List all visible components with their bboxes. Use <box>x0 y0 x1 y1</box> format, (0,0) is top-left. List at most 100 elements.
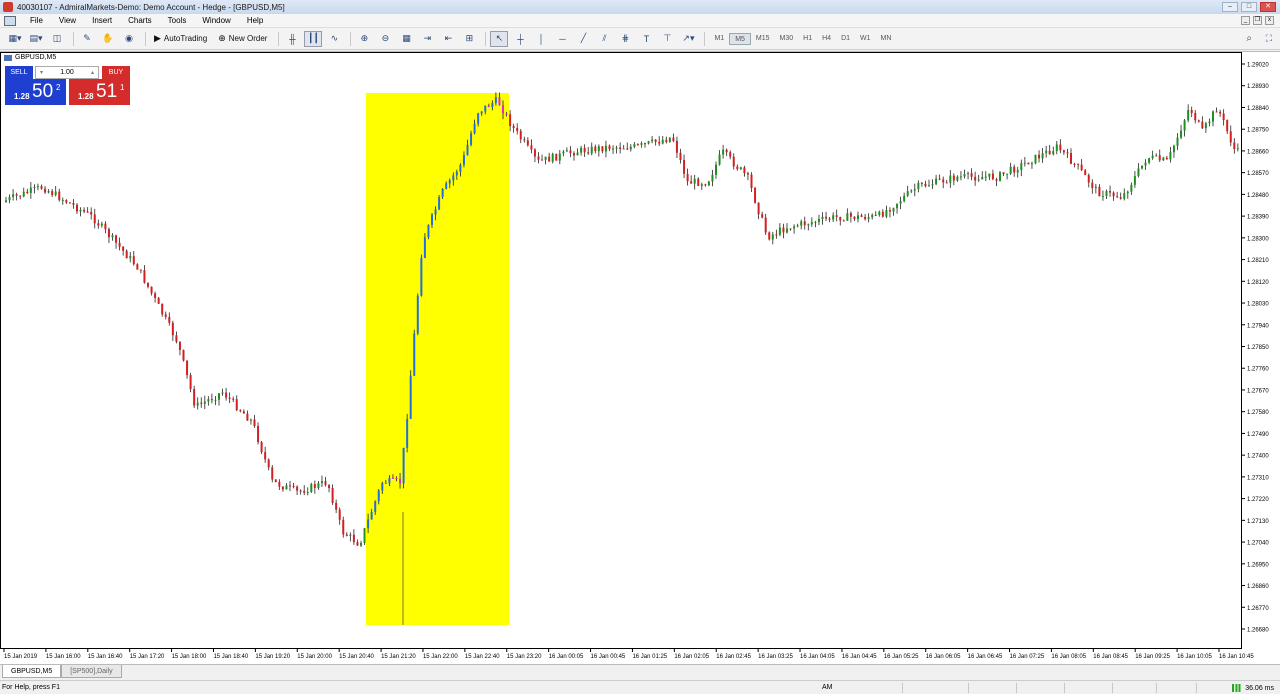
maximize-icon[interactable]: ⛶ <box>1266 33 1272 44</box>
candle-body <box>1006 173 1009 175</box>
terminal-icon[interactable]: ✋ <box>99 31 117 47</box>
time-label: 16 Jan 05:25 <box>884 654 919 660</box>
candle-body <box>338 509 341 520</box>
fibonacci-icon[interactable]: ⋕ <box>616 31 634 47</box>
candle-body <box>580 147 583 153</box>
navigator-icon[interactable]: ✎ <box>78 31 96 47</box>
mdi-restore-button[interactable]: ❐ <box>1253 16 1262 25</box>
candle-body <box>466 144 469 156</box>
equidistant-channel-icon[interactable]: ⫽ <box>595 31 613 47</box>
timeframe-mn[interactable]: MN <box>876 33 897 45</box>
candle-body <box>565 150 568 152</box>
connection-status[interactable]: 36.06 ms <box>1232 684 1274 692</box>
maximize-button[interactable]: □ <box>1241 2 1257 12</box>
candle-body <box>182 349 185 361</box>
candle-body <box>1101 195 1104 197</box>
price-label: 1.26950 <box>1247 562 1269 568</box>
timeframe-h1[interactable]: H1 <box>798 33 817 45</box>
market-watch-icon[interactable]: ◫ <box>48 31 66 47</box>
candle-body <box>1137 168 1140 177</box>
candlestick-icon[interactable]: ┃┃ <box>304 30 323 47</box>
minimize-button[interactable]: – <box>1222 2 1238 12</box>
text-icon[interactable]: T <box>637 31 655 47</box>
mdi-close-button[interactable]: x <box>1265 16 1274 25</box>
time-label: 16 Jan 03:25 <box>758 654 793 660</box>
time-label: 15 Jan 16:00 <box>46 654 81 660</box>
buy-price[interactable]: 1.28 51 1 <box>69 79 130 105</box>
cursor-icon[interactable]: ↖ <box>490 30 509 47</box>
new-order-button[interactable]: ⊕ New Order <box>214 31 271 47</box>
price-label: 1.28390 <box>1247 215 1269 221</box>
autoscroll-icon[interactable]: ⇥ <box>418 31 436 47</box>
line-chart-icon[interactable]: ∿ <box>325 31 343 47</box>
search-icon[interactable]: ⌕ <box>1246 33 1252 44</box>
timeframe-m15[interactable]: M15 <box>751 33 775 45</box>
tab-gbpusd-m5[interactable]: GBPUSD,M5 <box>2 665 62 678</box>
menu-insert[interactable]: Insert <box>84 16 120 25</box>
candle-body <box>942 179 945 183</box>
strategy-tester-icon[interactable]: ◉ <box>120 31 138 47</box>
candle-body <box>246 413 249 421</box>
tab-sp500-daily[interactable]: [SP500],Daily <box>61 665 122 678</box>
menu-file[interactable]: File <box>22 16 51 25</box>
mdi-minimize-button[interactable]: _ <box>1241 16 1250 25</box>
close-button[interactable]: ✕ <box>1260 2 1276 12</box>
price-chart[interactable]: 1.29020 1.28930 1.28840 1.28750 1.28660 1.285… <box>0 52 1280 665</box>
menu-window[interactable]: Window <box>194 16 238 25</box>
autotrading-button[interactable]: ▶ AutoTrading <box>150 31 211 47</box>
highlight-region <box>366 93 509 625</box>
candle-body <box>1222 113 1225 121</box>
timeframe-w1[interactable]: W1 <box>855 33 876 45</box>
horizontal-line-icon[interactable]: ─ <box>553 31 571 47</box>
candle-body <box>1087 175 1090 183</box>
bar-chart-icon[interactable]: ╫ <box>283 31 301 47</box>
trendline-icon[interactable]: ╱ <box>574 31 592 47</box>
zoom-out-icon[interactable]: ⊖ <box>376 31 394 47</box>
menu-tools[interactable]: Tools <box>160 16 195 25</box>
candle-body <box>537 156 540 160</box>
candle-body <box>186 360 189 376</box>
timeframe-m30[interactable]: M30 <box>775 33 799 45</box>
arrows-icon[interactable]: ↗▾ <box>679 31 697 47</box>
candle-body <box>509 114 512 127</box>
timeframe-m5[interactable]: M5 <box>729 32 751 45</box>
chart-shift-icon[interactable]: ⇤ <box>439 31 457 47</box>
chart-window[interactable]: 1.29020 1.28930 1.28840 1.28750 1.28660 1.285… <box>0 51 1280 664</box>
label-icon[interactable]: ⊤ <box>658 31 676 47</box>
lot-size-input[interactable]: ▾ 1.00 ▴ <box>35 66 99 79</box>
vertical-line-icon[interactable]: │ <box>532 31 550 47</box>
crosshair-icon[interactable]: ┼ <box>511 31 529 47</box>
candle-body <box>470 133 473 145</box>
tile-windows-icon[interactable]: ▦ <box>397 31 415 47</box>
new-chart-icon[interactable]: ▦▾ <box>6 31 24 47</box>
menu-view[interactable]: View <box>51 16 84 25</box>
candle-body <box>196 402 199 406</box>
candle-body <box>800 221 803 226</box>
candle-body <box>917 182 920 190</box>
candle-body <box>832 215 835 220</box>
sell-button[interactable]: SELL <box>5 66 33 79</box>
lot-decrease-icon[interactable]: ▾ <box>40 68 43 79</box>
buy-button[interactable]: BUY <box>102 66 130 79</box>
candle-body <box>867 217 870 220</box>
sell-price[interactable]: 1.28 50 2 <box>5 79 66 105</box>
candle-body <box>1052 151 1055 155</box>
candle-body <box>562 151 565 154</box>
indicators-icon[interactable]: ⊞ <box>460 31 478 47</box>
candle-body <box>97 223 100 226</box>
menu-charts[interactable]: Charts <box>120 16 160 25</box>
time-label: 15 Jan 22:00 <box>423 654 458 660</box>
profiles-icon[interactable]: ▤▾ <box>27 31 45 47</box>
timeframe-h4[interactable]: H4 <box>817 33 836 45</box>
lot-increase-icon[interactable]: ▴ <box>91 68 94 79</box>
candle-body <box>221 392 224 394</box>
timeframe-d1[interactable]: D1 <box>836 33 855 45</box>
candle-body <box>1094 186 1097 189</box>
menu-help[interactable]: Help <box>239 16 271 25</box>
timeframe-m1[interactable]: M1 <box>709 33 729 45</box>
candle-body <box>409 375 412 419</box>
candle-body <box>1030 163 1033 165</box>
chart-window-icon[interactable] <box>4 15 16 26</box>
candle-body <box>505 113 508 115</box>
zoom-in-icon[interactable]: ⊕ <box>355 31 373 47</box>
